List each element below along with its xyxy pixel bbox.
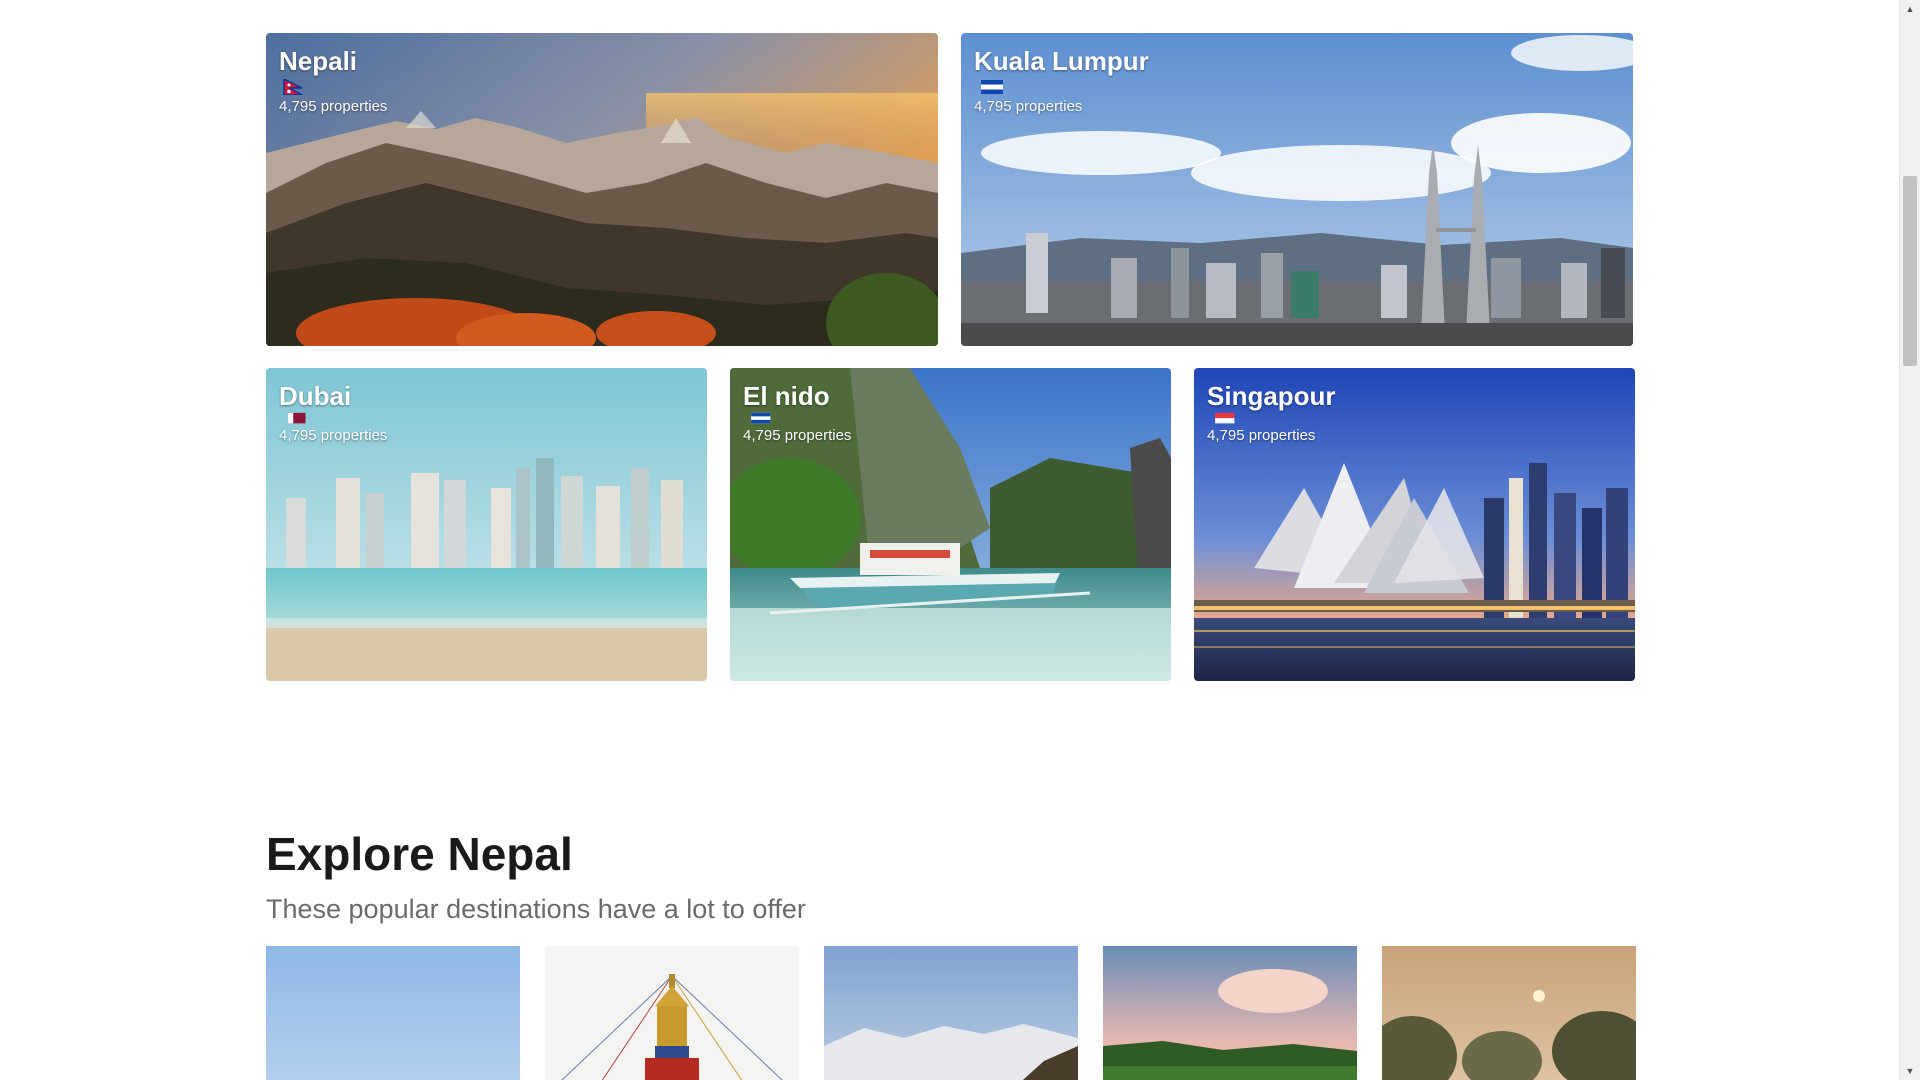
river-landscape-image [1103, 946, 1357, 1080]
card-caption: El nido 4,795 properties [743, 380, 851, 446]
explore-destination-card[interactable] [266, 946, 520, 1080]
card-caption: Nepali 4,795 properties [279, 45, 387, 117]
singapore-flag-icon [1215, 412, 1235, 424]
section-subtitle: These popular destinations have a lot to… [266, 894, 806, 924]
property-count: 4,795 properties [279, 427, 388, 444]
destination-card-singapour[interactable]: Singapour 4,795 properties [1194, 368, 1635, 681]
property-count: 4,795 properties [974, 98, 1083, 115]
property-count: 4,795 properties [279, 98, 388, 115]
sky-image [266, 946, 520, 1080]
destination-card-nepali[interactable]: Nepali 4,795 properties [266, 33, 938, 346]
destination-card-dubai[interactable]: Dubai 4,795 properties [266, 368, 707, 681]
explore-destination-card[interactable] [824, 946, 1078, 1080]
destination-name: Kuala Lumpur [974, 46, 1149, 76]
flag-icon [981, 80, 1003, 94]
nepal-flag-icon [283, 79, 304, 95]
page: Nepali 4,795 properties Kuala Lumpur 4,7… [0, 0, 1920, 1080]
destination-name: Nepali [279, 46, 358, 76]
card-caption: Kuala Lumpur 4,795 properties [974, 45, 1149, 117]
card-caption: Singapour 4,795 properties [1207, 380, 1336, 446]
explore-destinations-row [266, 946, 1636, 1080]
property-count: 4,795 properties [1207, 427, 1316, 444]
destination-row: Dubai 4,795 properties El nido 4,795 pro… [266, 368, 1635, 681]
flag-icon [751, 412, 771, 424]
qatar-flag-icon [288, 412, 306, 424]
explore-destination-card[interactable] [1103, 946, 1357, 1080]
scroll-down-arrow-icon[interactable]: ▼ [1900, 1062, 1920, 1080]
destination-row: Nepali 4,795 properties Kuala Lumpur 4,7… [266, 33, 1633, 346]
stupa-image [545, 946, 799, 1080]
mountain-range-image [824, 946, 1078, 1080]
explore-destination-card[interactable] [545, 946, 799, 1080]
destination-card-el-nido[interactable]: El nido 4,795 properties [730, 368, 1171, 681]
destination-name: Dubai [279, 381, 352, 411]
scrollbar-thumb[interactable] [1903, 176, 1917, 366]
destination-card-kuala-lumpur[interactable]: Kuala Lumpur 4,795 properties [961, 33, 1633, 346]
property-count: 4,795 properties [743, 427, 852, 444]
sunset-forest-image [1382, 946, 1636, 1080]
card-caption: Dubai 4,795 properties [279, 380, 387, 446]
vertical-scrollbar[interactable]: ▲ ▼ [1899, 0, 1920, 1080]
explore-destination-card[interactable] [1382, 946, 1636, 1080]
section-title: Explore Nepal [266, 828, 573, 880]
scroll-up-arrow-icon[interactable]: ▲ [1900, 0, 1920, 18]
destination-name: Singapour [1207, 381, 1336, 411]
destination-name: El nido [743, 381, 830, 411]
